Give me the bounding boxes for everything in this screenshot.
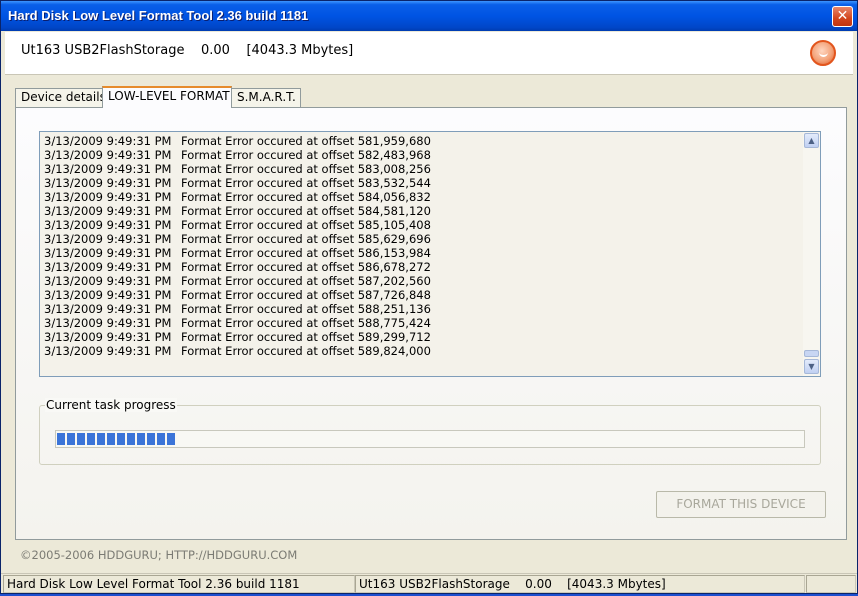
log-timestamp: 3/13/2009 9:49:31 PM (44, 274, 172, 288)
log-line: 3/13/2009 9:49:31 PM Format Error occured… (44, 176, 431, 190)
close-button[interactable]: ✕ (832, 6, 853, 27)
log-line: 3/13/2009 9:49:31 PM Format Error occured… (44, 148, 431, 162)
log-timestamp: 3/13/2009 9:49:31 PM (44, 232, 172, 246)
log-message: Format Error occured at offset 589,824,0… (181, 344, 431, 358)
log-message: Format Error occured at offset 583,008,2… (181, 162, 431, 176)
title-bar[interactable]: Hard Disk Low Level Format Tool 2.36 bui… (1, 1, 857, 31)
scroll-down-button[interactable]: ▼ (804, 359, 819, 374)
low-level-format-panel: 3/13/2009 9:49:31 PM Format Error occured… (15, 107, 847, 540)
tab-device-details[interactable]: Device details (15, 88, 106, 107)
log-timestamp: 3/13/2009 9:49:31 PM (44, 330, 172, 344)
copyright-text: ©2005-2006 HDDGURU; HTTP://HDDGURU.COM (20, 548, 298, 562)
log-message: Format Error occured at offset 588,775,4… (181, 316, 431, 330)
status-extra (806, 575, 856, 593)
chevron-up-icon: ▲ (808, 136, 815, 145)
log-line: 3/13/2009 9:49:31 PM Format Error occured… (44, 260, 431, 274)
progress-group: Current task progress (39, 398, 821, 465)
progress-bar (55, 430, 805, 448)
log-timestamp: 3/13/2009 9:49:31 PM (44, 288, 172, 302)
log-timestamp: 3/13/2009 9:49:31 PM (44, 302, 172, 316)
log-message: Format Error occured at offset 582,483,9… (181, 148, 431, 162)
log-line: 3/13/2009 9:49:31 PM Format Error occured… (44, 204, 431, 218)
progress-legend: Current task progress (45, 398, 177, 412)
log-message: Format Error occured at offset 583,532,5… (181, 176, 431, 190)
log-line: 3/13/2009 9:49:31 PM Format Error occured… (44, 288, 431, 302)
log-line: 3/13/2009 9:49:31 PM Format Error occured… (44, 274, 431, 288)
log-line: 3/13/2009 9:49:31 PM Format Error occured… (44, 330, 431, 344)
log-timestamp: 3/13/2009 9:49:31 PM (44, 246, 172, 260)
log-message: Format Error occured at offset 585,105,4… (181, 218, 431, 232)
log-timestamp: 3/13/2009 9:49:31 PM (44, 204, 172, 218)
log-line: 3/13/2009 9:49:31 PM Format Error occured… (44, 134, 431, 148)
log-line: 3/13/2009 9:49:31 PM Format Error occured… (44, 218, 431, 232)
log-message: Format Error occured at offset 588,251,1… (181, 302, 431, 316)
main-window: Hard Disk Low Level Format Tool 2.36 bui… (0, 0, 858, 594)
log-message: Format Error occured at offset 584,056,8… (181, 190, 431, 204)
log-message: Format Error occured at offset 584,581,1… (181, 204, 431, 218)
log-line: 3/13/2009 9:49:31 PM Format Error occured… (44, 302, 431, 316)
log-listbox[interactable]: 3/13/2009 9:49:31 PM Format Error occured… (39, 131, 821, 377)
log-timestamp: 3/13/2009 9:49:31 PM (44, 148, 172, 162)
log-timestamp: 3/13/2009 9:49:31 PM (44, 316, 172, 330)
tab-smart[interactable]: S.M.A.R.T. (231, 88, 301, 107)
log-line: 3/13/2009 9:49:31 PM Format Error occured… (44, 316, 431, 330)
log-timestamp: 3/13/2009 9:49:31 PM (44, 162, 172, 176)
scroll-up-button[interactable]: ▲ (804, 133, 819, 148)
log-message: Format Error occured at offset 587,202,5… (181, 274, 431, 288)
device-info: Ut163 USB2FlashStorage 0.00 [4043.3 Mbyt… (21, 43, 354, 58)
log-message: Format Error occured at offset 585,629,6… (181, 232, 431, 246)
log-timestamp: 3/13/2009 9:49:31 PM (44, 134, 172, 148)
window-title: Hard Disk Low Level Format Tool 2.36 bui… (8, 8, 309, 23)
scroll-thumb[interactable] (804, 350, 819, 357)
status-device: Ut163 USB2FlashStorage 0.00 [4043.3 Mbyt… (355, 575, 805, 593)
log-message: Format Error occured at offset 589,299,7… (181, 330, 431, 344)
log-message: Format Error occured at offset 586,678,2… (181, 260, 431, 274)
status-bar: Hard Disk Low Level Format Tool 2.36 bui… (1, 573, 857, 594)
format-device-button[interactable]: FORMAT THIS DEVICE (656, 491, 826, 518)
log-timestamp: 3/13/2009 9:49:31 PM (44, 260, 172, 274)
log-message: Format Error occured at offset 586,153,9… (181, 246, 431, 260)
progress-fill (57, 433, 175, 445)
log-line: 3/13/2009 9:49:31 PM Format Error occured… (44, 190, 431, 204)
log-line: 3/13/2009 9:49:31 PM Format Error occured… (44, 162, 431, 176)
log-message: Format Error occured at offset 581,959,6… (181, 134, 431, 148)
hddguru-logo-icon (810, 40, 836, 66)
log-lines: 3/13/2009 9:49:31 PM Format Error occured… (44, 134, 431, 358)
close-icon: ✕ (836, 8, 849, 24)
log-timestamp: 3/13/2009 9:49:31 PM (44, 176, 172, 190)
log-line: 3/13/2009 9:49:31 PM Format Error occured… (44, 232, 431, 246)
chevron-down-icon: ▼ (808, 362, 815, 371)
log-timestamp: 3/13/2009 9:49:31 PM (44, 218, 172, 232)
log-line: 3/13/2009 9:49:31 PM Format Error occured… (44, 246, 431, 260)
status-app-name: Hard Disk Low Level Format Tool 2.36 bui… (3, 575, 355, 593)
log-line: 3/13/2009 9:49:31 PM Format Error occured… (44, 344, 431, 358)
log-timestamp: 3/13/2009 9:49:31 PM (44, 344, 172, 358)
device-header: Ut163 USB2FlashStorage 0.00 [4043.3 Mbyt… (5, 32, 853, 75)
log-scrollbar[interactable]: ▲ ▼ (803, 132, 820, 376)
log-message: Format Error occured at offset 587,726,8… (181, 288, 431, 302)
tab-low-level-format[interactable]: LOW-LEVEL FORMAT (102, 86, 232, 108)
log-timestamp: 3/13/2009 9:49:31 PM (44, 190, 172, 204)
